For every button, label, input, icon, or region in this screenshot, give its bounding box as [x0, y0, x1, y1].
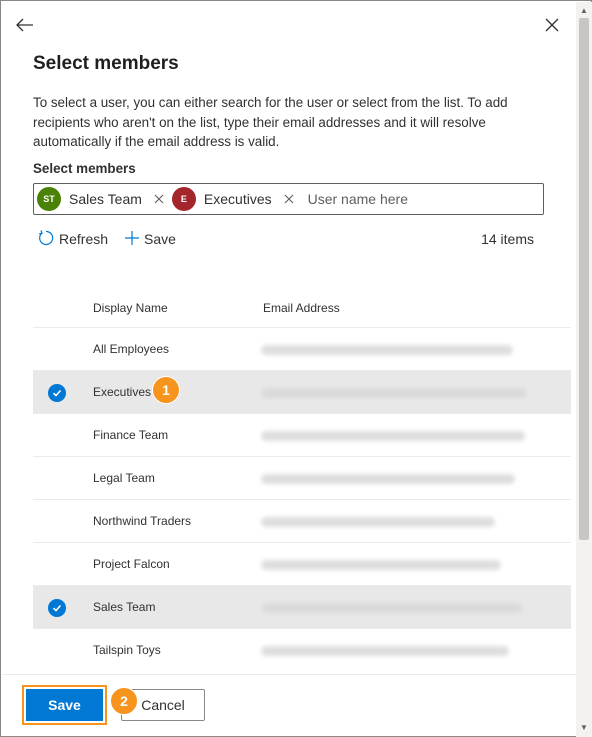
vertical-scrollbar[interactable]: ▲ ▼: [576, 2, 592, 737]
column-header-display-name[interactable]: Display Name: [93, 301, 168, 315]
row-email-redacted: [261, 431, 525, 441]
panel-title: Select members: [33, 53, 179, 74]
row-email-redacted: [261, 603, 523, 613]
checkmark-icon[interactable]: [48, 384, 66, 402]
list-row[interactable]: Executives: [33, 371, 571, 414]
refresh-icon: [37, 229, 59, 250]
row-display-name: Executives: [93, 385, 152, 399]
scroll-down-arrow-icon[interactable]: ▼: [576, 721, 592, 735]
item-count: 14 items: [481, 231, 534, 247]
chip-remove-icon[interactable]: [154, 194, 164, 204]
add-save-button[interactable]: Save: [124, 230, 176, 249]
row-display-name: Sales Team: [93, 600, 156, 614]
checkmark-icon[interactable]: [48, 599, 66, 617]
user-name-input[interactable]: [307, 191, 478, 207]
row-email-redacted: [261, 388, 527, 398]
chip-executives[interactable]: E Executives: [171, 186, 298, 212]
members-list: Display Name Email Address All Employees…: [33, 286, 571, 672]
row-display-name: Tailspin Toys: [93, 643, 161, 657]
row-display-name: Project Falcon: [93, 557, 170, 571]
refresh-button[interactable]: Refresh: [37, 229, 108, 250]
save-button[interactable]: Save: [26, 689, 103, 721]
row-email-redacted: [261, 345, 513, 355]
list-row[interactable]: Northwind Traders: [33, 500, 571, 543]
avatar: ST: [37, 187, 61, 211]
footer-divider: [2, 674, 576, 675]
command-bar: Refresh Save: [37, 227, 192, 251]
close-icon[interactable]: [540, 13, 564, 37]
chip-remove-icon[interactable]: [284, 194, 294, 204]
row-email-redacted: [261, 560, 501, 570]
row-email-redacted: [261, 474, 515, 484]
list-row[interactable]: Tailspin Toys: [33, 629, 571, 672]
row-display-name: Northwind Traders: [93, 514, 192, 528]
refresh-label: Refresh: [59, 231, 109, 247]
scroll-up-arrow-icon[interactable]: ▲: [576, 4, 592, 18]
chip-label: Executives: [203, 191, 272, 207]
row-display-name: Legal Team: [93, 471, 155, 485]
save-label: Save: [144, 231, 176, 247]
row-display-name: All Employees: [93, 342, 170, 356]
plus-icon: [124, 230, 144, 249]
step-callout-1: 1: [152, 376, 180, 404]
list-row[interactable]: Legal Team: [33, 457, 571, 500]
members-picker[interactable]: ST Sales Team E Executives: [33, 183, 544, 215]
column-header-email-address[interactable]: Email Address: [263, 301, 340, 315]
list-row[interactable]: Sales Team: [33, 586, 571, 629]
list-row[interactable]: All Employees: [33, 328, 571, 371]
step-callout-2: 2: [110, 687, 138, 715]
list-row[interactable]: Finance Team: [33, 414, 571, 457]
scrollbar-thumb[interactable]: [579, 18, 589, 540]
member-picker-panel: ▲ ▼ Select members To select a user, you…: [0, 0, 592, 737]
select-members-label: Select members: [33, 161, 136, 176]
row-display-name: Finance Team: [93, 428, 169, 442]
list-row[interactable]: Project Falcon: [33, 543, 571, 586]
panel-description: To select a user, you can either search …: [33, 95, 508, 149]
row-email-redacted: [261, 517, 495, 527]
list-header: Display Name Email Address: [33, 286, 571, 328]
avatar: E: [171, 187, 196, 211]
back-arrow-icon[interactable]: [13, 13, 37, 37]
chip-label: Sales Team: [69, 191, 142, 207]
row-email-redacted: [261, 646, 509, 656]
chip-sales-team[interactable]: ST Sales Team: [37, 186, 168, 212]
